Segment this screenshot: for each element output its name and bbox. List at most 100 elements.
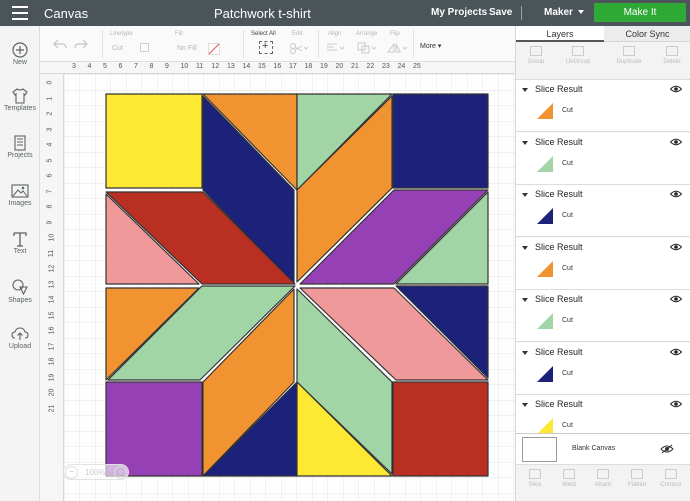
bottom-tool-label: Weld bbox=[562, 482, 576, 488]
layer-row[interactable]: Slice Result Cut bbox=[516, 395, 690, 433]
ungroup-button[interactable]: UnGroup bbox=[562, 46, 594, 65]
zoom-in-button[interactable]: + bbox=[114, 466, 127, 479]
eye-icon[interactable] bbox=[670, 243, 682, 251]
chevron-down-icon[interactable] bbox=[522, 298, 528, 302]
no-fill-swatch-icon[interactable] bbox=[208, 43, 220, 55]
bottom-tool-contour[interactable]: Contour bbox=[658, 469, 684, 488]
bottom-tool-flatten[interactable]: Flatten bbox=[624, 469, 650, 488]
ruler-tick-label: 16 bbox=[48, 326, 56, 335]
sidebar-item-images[interactable]: Images bbox=[0, 183, 40, 207]
sidebar-item-new[interactable]: New bbox=[0, 42, 40, 66]
ruler-tick-label: 5 bbox=[46, 158, 54, 162]
layer-tools: Group UnGroup Duplicate Delete bbox=[516, 42, 690, 80]
chevron-down-icon[interactable] bbox=[522, 88, 528, 92]
ruler-tick-label: 19 bbox=[48, 373, 56, 381]
align-icon[interactable] bbox=[326, 43, 346, 53]
toolbar-separator bbox=[413, 30, 414, 58]
more-menu[interactable]: More ▾ bbox=[420, 42, 441, 50]
sidebar-item-projects[interactable]: Projects bbox=[0, 135, 40, 159]
bottom-tool-label: Slice bbox=[528, 482, 542, 488]
patchwork-quilt[interactable] bbox=[40, 62, 515, 501]
linetype-color-swatch[interactable] bbox=[140, 43, 149, 52]
blank-canvas-row[interactable]: Blank Canvas bbox=[516, 433, 690, 465]
eye-icon[interactable] bbox=[670, 400, 682, 408]
eye-hidden-icon[interactable] bbox=[660, 444, 674, 454]
delete-button[interactable]: Delete bbox=[660, 46, 684, 65]
eye-icon[interactable] bbox=[670, 190, 682, 198]
layer-thumbnail bbox=[537, 103, 553, 119]
sidebar-item-upload[interactable]: Upload bbox=[0, 326, 40, 350]
make-it-button[interactable]: Make It bbox=[594, 3, 686, 22]
chevron-down-icon[interactable] bbox=[522, 350, 528, 355]
ruler-tick-label: 7 bbox=[134, 63, 138, 70]
sidebar-label: Images bbox=[8, 200, 32, 207]
bottom-tool-slice[interactable]: Slice bbox=[522, 469, 548, 488]
eye-icon[interactable] bbox=[670, 85, 682, 93]
bottom-tool-attach[interactable]: Attach bbox=[590, 469, 616, 488]
select-all-label: Select All bbox=[251, 31, 276, 37]
layer-thumbnail bbox=[537, 365, 553, 382]
layer-row[interactable]: Slice Result Cut bbox=[516, 237, 690, 290]
tshirt-icon bbox=[12, 88, 28, 104]
align-label: Align bbox=[328, 31, 342, 37]
layer-title: Slice Result bbox=[535, 189, 583, 199]
machine-select[interactable]: Maker bbox=[544, 7, 584, 18]
my-projects-link[interactable]: My Projects bbox=[431, 7, 487, 18]
layer-row[interactable]: Slice Result Cut bbox=[516, 290, 690, 342]
layer-title: Slice Result bbox=[535, 84, 583, 94]
zoom-out-button[interactable]: − bbox=[65, 466, 78, 479]
eye-icon[interactable] bbox=[670, 295, 682, 303]
select-all-button[interactable] bbox=[259, 40, 273, 54]
sidebar-item-templates[interactable]: Templates bbox=[0, 88, 40, 112]
fill-label: Fill bbox=[175, 31, 183, 37]
layer-row[interactable]: Slice Result Cut bbox=[516, 342, 690, 395]
ruler-tick-label: 6 bbox=[118, 63, 123, 70]
edit-scissors-icon[interactable] bbox=[289, 42, 309, 54]
sidebar-item-shapes[interactable]: Shapes bbox=[0, 278, 40, 304]
group-button[interactable]: Group bbox=[524, 46, 548, 65]
layer-operation: Cut bbox=[562, 264, 573, 272]
eye-icon[interactable] bbox=[670, 138, 682, 146]
layer-thumbnail bbox=[537, 313, 553, 329]
layer-operation: Cut bbox=[562, 159, 573, 167]
tab-layers[interactable]: Layers bbox=[516, 26, 604, 42]
save-link[interactable]: Save bbox=[489, 7, 512, 18]
layer-row[interactable]: Slice Result Cut bbox=[516, 80, 690, 132]
bottom-tool-label: Flatten bbox=[627, 482, 647, 488]
layer-thumbnail bbox=[537, 155, 553, 172]
chevron-down-icon[interactable] bbox=[522, 193, 528, 197]
quilt-piece[interactable] bbox=[105, 93, 203, 189]
tab-color-sync[interactable]: Color Sync bbox=[604, 26, 690, 42]
chevron-down-icon[interactable] bbox=[522, 140, 528, 145]
bottom-tools: Slice Weld Attach Flatten Contour bbox=[516, 465, 690, 501]
layer-row[interactable]: Slice Result Cut bbox=[516, 185, 690, 237]
sidebar-label: New bbox=[12, 59, 27, 66]
ruler-tick-label: 15 bbox=[48, 311, 56, 319]
ruler-tick-label: 0 bbox=[46, 80, 54, 85]
linetype-select[interactable]: Cut bbox=[112, 45, 123, 52]
flip-icon[interactable] bbox=[387, 42, 409, 54]
chevron-down-icon[interactable] bbox=[522, 403, 528, 407]
quilt-piece[interactable] bbox=[105, 381, 203, 477]
quilt-piece[interactable] bbox=[392, 381, 489, 477]
layer-row[interactable]: Slice Result Cut bbox=[516, 132, 690, 185]
layers-list: Slice Result Cut Slice Result Cut Slice Resu… bbox=[516, 80, 690, 433]
chevron-down-icon[interactable] bbox=[522, 245, 528, 250]
arrange-icon[interactable] bbox=[357, 42, 379, 54]
redo-icon[interactable] bbox=[74, 38, 88, 50]
more-label: More bbox=[420, 43, 436, 50]
canvas-area[interactable]: 3 4 5 6 7 8 9 10 11 12 13 14 15 16 17 18 19 20 21 22 23 24 25 … bbox=[40, 62, 515, 501]
eye-icon[interactable] bbox=[670, 348, 682, 356]
bottom-tool-weld[interactable]: Weld bbox=[556, 469, 582, 488]
quilt-piece[interactable] bbox=[392, 93, 489, 189]
projects-icon bbox=[14, 135, 26, 151]
shapes-icon bbox=[12, 279, 28, 296]
panel-tabs: Layers Color Sync bbox=[516, 26, 690, 42]
undo-icon[interactable] bbox=[53, 38, 67, 50]
fill-select[interactable]: No Fill bbox=[177, 45, 197, 52]
menu-icon[interactable] bbox=[12, 6, 28, 20]
sidebar-item-text[interactable]: Text bbox=[0, 231, 40, 255]
duplicate-button[interactable]: Duplicate bbox=[612, 46, 646, 65]
plus-circle-icon bbox=[12, 42, 28, 58]
layer-title: Slice Result bbox=[535, 241, 583, 252]
